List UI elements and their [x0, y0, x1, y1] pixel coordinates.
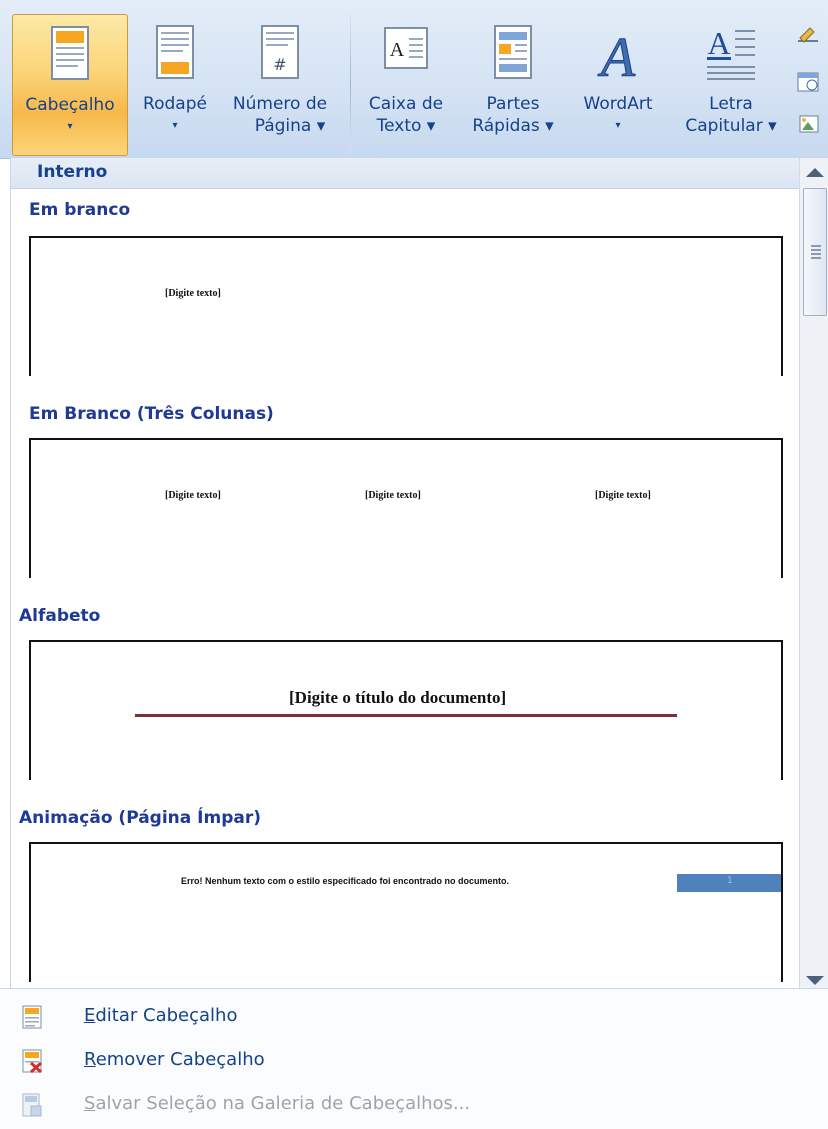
gallery-item-alphabet[interactable]: [Digite o título do documento] — [29, 640, 783, 780]
gallery-item-title: Animação (Página Ímpar) — [19, 808, 261, 828]
wordart-icon-glyph: A — [597, 27, 636, 84]
gallery-item-blank[interactable]: [Digite texto] — [29, 236, 783, 376]
gallery-item-title: Em Branco (Três Colunas) — [29, 404, 274, 424]
quick-parts-button-label-1: Partes — [486, 94, 540, 114]
header-button-arrow: ▾ — [67, 121, 73, 132]
text-box-icon-glyph: A — [390, 39, 405, 61]
edit-header-label: Editar Cabeçalho — [84, 1005, 237, 1026]
title-underline — [135, 714, 677, 717]
save-selection-label-rest: alvar Seleção na Galeria de Cabeçalhos..… — [95, 1093, 471, 1114]
remove-header-menu-item[interactable]: Remover Cabeçalho — [0, 1039, 828, 1083]
drop-cap-button-label-2: Capitular ▾ — [685, 116, 777, 136]
date-time-icon[interactable] — [796, 70, 820, 94]
quick-parts-button-label-2: Rápidas ▾ — [472, 116, 554, 136]
wordart-button-arrow: ▾ — [615, 120, 621, 131]
header-button-label: Cabeçalho — [25, 95, 115, 115]
placeholder-text-left: [Digite texto] — [165, 490, 221, 501]
text-box-icon: A — [384, 27, 428, 69]
wordart-button-label: WordArt — [583, 94, 653, 114]
placeholder-text-right: [Digite texto] — [595, 490, 651, 501]
header-menu: Editar Cabeçalho Remover Cabeçalho Salva… — [0, 988, 828, 1129]
gallery-item-animation-odd-page[interactable]: Erro! Nenhum texto com o estilo especifi… — [29, 842, 783, 982]
gallery-scrollbar[interactable] — [799, 158, 828, 988]
remove-header-accelerator: R — [84, 1049, 96, 1070]
page-number-icon: # — [261, 25, 299, 79]
header-gallery: Interno Em branco [Digite texto] Em Bran… — [10, 158, 828, 988]
gallery-item-title: Alfabeto — [19, 606, 101, 626]
drop-cap-button-label-1: Letra — [709, 94, 753, 114]
footer-button-label: Rodapé — [143, 94, 207, 114]
footer-button[interactable]: Rodapé ▾ — [130, 14, 220, 156]
remove-header-label-rest: emover Cabeçalho — [95, 1049, 265, 1070]
text-box-button[interactable]: A Caixa de Texto ▾ — [356, 14, 456, 156]
drop-cap-button[interactable]: A Letra Capitular ▾ — [672, 14, 790, 156]
save-selection-accelerator: S — [84, 1093, 96, 1114]
header-icon — [51, 26, 89, 80]
page-number-button-label-1: Número de — [232, 94, 328, 114]
scroll-down-arrow-icon[interactable] — [806, 976, 824, 985]
drop-cap-icon-glyph: A — [707, 25, 730, 61]
drop-cap-icon: A — [707, 25, 755, 80]
wordart-button[interactable]: A WordArt ▾ — [566, 14, 670, 156]
edit-header-label-rest: ditar Cabeçalho — [95, 1005, 238, 1026]
gallery-item-three-columns[interactable]: [Digite texto] [Digite texto] [Digite te… — [29, 438, 783, 578]
placeholder-document-title: [Digite o título do documento] — [289, 688, 507, 707]
save-selection-label: Salvar Seleção na Galeria de Cabeçalhos.… — [84, 1093, 470, 1114]
text-box-button-label-2: Texto ▾ — [376, 116, 436, 136]
scroll-thumb[interactable] — [803, 188, 827, 316]
placeholder-error-text: Erro! Nenhum texto com o estilo especifi… — [181, 876, 510, 886]
insert-object-icon[interactable] — [796, 112, 820, 136]
placeholder-text: [Digite texto] — [165, 288, 221, 299]
wordart-icon: A — [596, 27, 636, 85]
scroll-grip-icon — [811, 245, 821, 247]
remove-header-icon — [22, 1049, 42, 1073]
header-button[interactable]: Cabeçalho ▾ — [12, 14, 128, 156]
page-number-icon-glyph: # — [273, 55, 286, 74]
quick-parts-button[interactable]: Partes Rápidas ▾ — [460, 14, 566, 156]
edit-header-menu-item[interactable]: Editar Cabeçalho — [0, 995, 828, 1039]
scroll-up-arrow-icon[interactable] — [806, 168, 824, 177]
quick-parts-icon — [494, 25, 532, 79]
remove-header-label: Remover Cabeçalho — [84, 1049, 265, 1070]
page-number-button-label-2: Página ▾ — [254, 116, 326, 136]
save-to-gallery-icon — [22, 1093, 42, 1117]
footer-button-arrow: ▾ — [172, 120, 178, 131]
placeholder-text-center: [Digite texto] — [365, 490, 421, 501]
gallery-section-title: Interno — [37, 162, 108, 182]
signature-line-icon[interactable] — [796, 26, 820, 50]
edit-header-accelerator: E — [84, 1005, 96, 1026]
text-box-button-label-1: Caixa de — [368, 94, 444, 114]
gallery-section-header: Interno — [11, 158, 799, 189]
edit-header-icon — [22, 1005, 42, 1029]
footer-icon — [156, 25, 194, 79]
page-number-bar: 1 — [677, 874, 781, 892]
save-selection-menu-item[interactable]: Salvar Seleção na Galeria de Cabeçalhos.… — [0, 1083, 828, 1127]
gallery-item-title: Em branco — [29, 200, 131, 220]
page-number-value: 1 — [727, 876, 733, 886]
page-number-button[interactable]: # Número de Página ▾ — [220, 14, 340, 156]
ribbon-group-separator — [350, 14, 351, 154]
ribbon: Cabeçalho ▾ Rodapé ▾ # Número de Página … — [0, 0, 828, 159]
